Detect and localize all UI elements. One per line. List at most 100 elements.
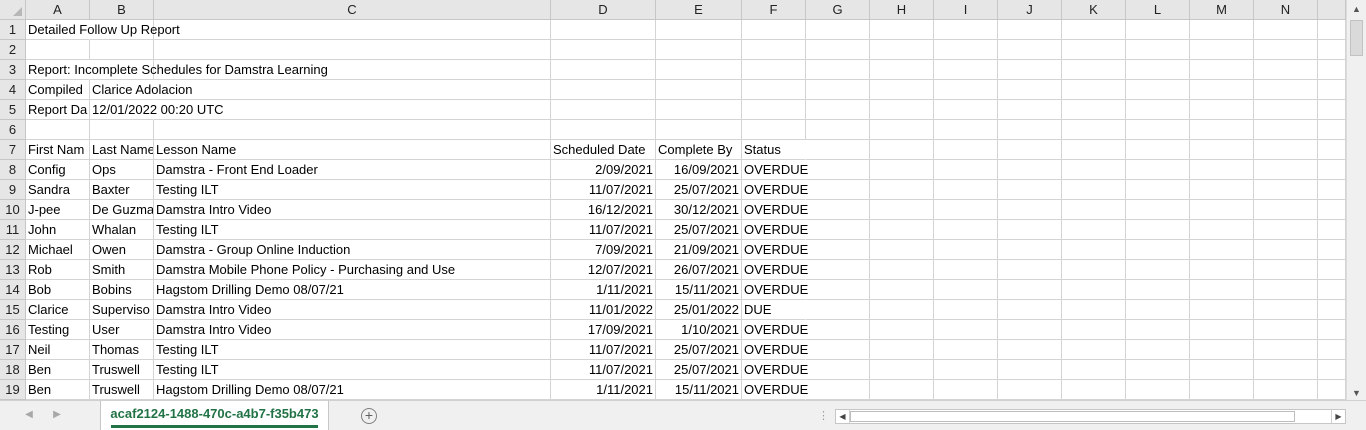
table-cell[interactable] xyxy=(1254,220,1318,240)
table-cell[interactable] xyxy=(934,240,998,260)
table-cell[interactable] xyxy=(1190,240,1254,260)
table-cell[interactable] xyxy=(1190,100,1254,120)
table-cell[interactable]: OVERDUE xyxy=(742,360,808,380)
table-cell[interactable] xyxy=(742,120,806,140)
table-cell[interactable] xyxy=(1190,380,1254,400)
table-cell[interactable]: 25/07/2021 xyxy=(656,220,742,240)
table-cell[interactable] xyxy=(1254,240,1318,260)
table-cell[interactable]: OVERDUE xyxy=(742,160,808,180)
table-cell[interactable]: Ben xyxy=(26,380,90,400)
table-cell[interactable]: Testing ILT xyxy=(154,180,551,200)
table-cell[interactable] xyxy=(656,20,742,40)
table-cell[interactable] xyxy=(1062,40,1126,60)
column-header-g[interactable]: G xyxy=(806,0,870,20)
table-cell[interactable] xyxy=(806,280,870,300)
table-cell[interactable] xyxy=(1318,300,1346,320)
table-cell[interactable] xyxy=(1062,380,1126,400)
column-header-c[interactable]: C xyxy=(154,0,551,20)
scroll-up-arrow-icon[interactable]: ▲ xyxy=(1349,2,1364,16)
table-cell[interactable]: 1/11/2021 xyxy=(551,280,656,300)
table-cell[interactable] xyxy=(806,120,870,140)
table-cell[interactable] xyxy=(656,40,742,60)
row-header[interactable]: 16 xyxy=(0,320,26,340)
row-header[interactable]: 8 xyxy=(0,160,26,180)
table-cell[interactable]: 11/07/2021 xyxy=(551,220,656,240)
table-cell[interactable]: Report: Incomplete Schedules for Damstra… xyxy=(26,60,328,80)
table-cell[interactable] xyxy=(998,100,1062,120)
table-cell[interactable] xyxy=(1190,360,1254,380)
table-cell[interactable] xyxy=(998,360,1062,380)
table-cell[interactable] xyxy=(26,40,90,60)
table-cell[interactable]: 25/07/2021 xyxy=(656,340,742,360)
table-cell[interactable] xyxy=(1190,200,1254,220)
table-cell[interactable] xyxy=(1126,160,1190,180)
table-cell[interactable] xyxy=(1062,60,1126,80)
table-cell[interactable]: Ben xyxy=(26,360,90,380)
table-cell[interactable]: 16/12/2021 xyxy=(551,200,656,220)
table-cell[interactable]: 25/07/2021 xyxy=(656,180,742,200)
table-cell[interactable]: Testing ILT xyxy=(154,220,551,240)
row-header[interactable]: 3 xyxy=(0,60,26,80)
table-cell[interactable] xyxy=(806,160,870,180)
table-cell[interactable] xyxy=(1318,320,1346,340)
table-cell[interactable] xyxy=(998,80,1062,100)
table-cell[interactable] xyxy=(1062,160,1126,180)
table-cell[interactable]: Testing ILT xyxy=(154,360,551,380)
table-cell[interactable] xyxy=(870,320,934,340)
table-cell[interactable] xyxy=(1190,340,1254,360)
table-cell[interactable] xyxy=(1062,260,1126,280)
table-cell[interactable]: 11/07/2021 xyxy=(551,360,656,380)
table-cell[interactable]: 15/11/2021 xyxy=(656,380,742,400)
table-cell[interactable] xyxy=(998,180,1062,200)
table-cell[interactable] xyxy=(998,300,1062,320)
table-cell[interactable]: Owen xyxy=(90,240,154,260)
table-cell[interactable] xyxy=(998,60,1062,80)
table-cell[interactable] xyxy=(934,20,998,40)
table-cell[interactable] xyxy=(934,360,998,380)
table-cell[interactable] xyxy=(998,340,1062,360)
table-cell[interactable]: Scheduled Date xyxy=(551,140,656,160)
table-cell[interactable] xyxy=(1318,200,1346,220)
table-cell[interactable] xyxy=(1254,320,1318,340)
table-cell[interactable] xyxy=(1190,160,1254,180)
table-cell[interactable]: 2/09/2021 xyxy=(551,160,656,180)
table-cell[interactable] xyxy=(806,380,870,400)
row-header[interactable]: 5 xyxy=(0,100,26,120)
column-header-h[interactable]: H xyxy=(870,0,934,20)
table-cell[interactable] xyxy=(1254,100,1318,120)
table-cell[interactable]: Testing xyxy=(26,320,90,340)
table-cell[interactable] xyxy=(934,200,998,220)
table-cell[interactable] xyxy=(806,320,870,340)
table-cell[interactable]: Sandra xyxy=(26,180,90,200)
table-cell[interactable] xyxy=(1126,20,1190,40)
horizontal-scrollbar[interactable]: ◀ ▶ xyxy=(835,409,1346,424)
table-cell[interactable]: Status xyxy=(742,140,806,160)
table-cell[interactable]: OVERDUE xyxy=(742,220,808,240)
table-cell[interactable] xyxy=(1318,260,1346,280)
table-cell[interactable] xyxy=(806,20,870,40)
table-cell[interactable]: 11/07/2021 xyxy=(551,340,656,360)
table-cell[interactable] xyxy=(154,40,551,60)
table-cell[interactable] xyxy=(551,80,656,100)
table-cell[interactable] xyxy=(1126,320,1190,340)
table-cell[interactable]: J-pee xyxy=(26,200,90,220)
sheet-tab-active[interactable]: acaf2124-1488-470c-a4b7-f35b473 xyxy=(100,401,329,430)
table-cell[interactable] xyxy=(1126,100,1190,120)
table-cell[interactable] xyxy=(998,240,1062,260)
table-cell[interactable] xyxy=(998,260,1062,280)
table-cell[interactable] xyxy=(1062,240,1126,260)
table-cell[interactable] xyxy=(806,60,870,80)
table-cell[interactable]: 1/10/2021 xyxy=(656,320,742,340)
row-header[interactable]: 6 xyxy=(0,120,26,140)
table-cell[interactable] xyxy=(1062,80,1126,100)
table-cell[interactable]: 30/12/2021 xyxy=(656,200,742,220)
table-cell[interactable] xyxy=(806,80,870,100)
table-cell[interactable] xyxy=(1062,340,1126,360)
table-cell[interactable]: Thomas xyxy=(90,340,154,360)
table-cell[interactable] xyxy=(1190,280,1254,300)
table-cell[interactable] xyxy=(1190,220,1254,240)
table-cell[interactable] xyxy=(1126,280,1190,300)
add-sheet-icon[interactable]: + xyxy=(361,408,377,424)
table-cell[interactable]: OVERDUE xyxy=(742,200,808,220)
table-cell[interactable]: 11/07/2021 xyxy=(551,180,656,200)
